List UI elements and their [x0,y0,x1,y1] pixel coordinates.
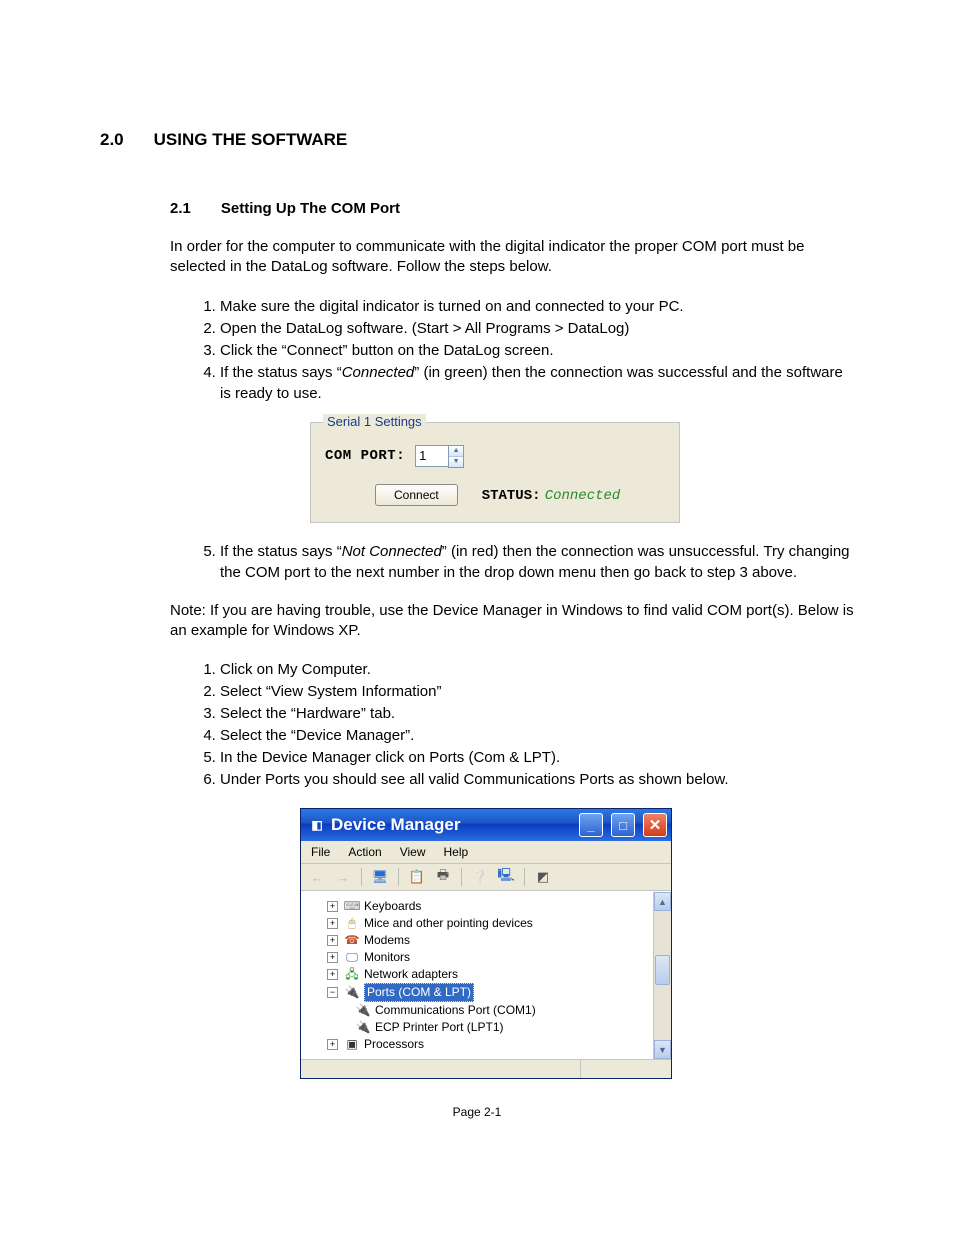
expand-icon[interactable]: + [327,969,338,980]
tree-item-mice[interactable]: + 🖱 Mice and other pointing devices [305,915,649,932]
step-b5: In the Device Manager click on Ports (Co… [220,747,854,768]
connect-row: Connect STATUS: Connected [375,484,665,506]
steps-list-a-cont: If the status says “Not Connected” (in r… [190,541,854,583]
tree-item-modems[interactable]: + ☎ Modems [305,932,649,949]
scroll-down-icon[interactable]: ▼ [654,1040,671,1059]
expand-icon[interactable]: + [327,952,338,963]
port-icon: 🔌 [355,1004,371,1018]
section-heading: 2.0 USING THE SOFTWARE [100,130,854,150]
step-a5: If the status says “Not Connected” (in r… [220,541,854,583]
com-port-label: COM PORT: [325,448,405,464]
steps-list-b: Click on My Computer. Select “View Syste… [190,659,854,790]
subsection-heading: 2.1 Setting Up The COM Port [170,200,854,217]
forward-icon: → [333,867,353,887]
close-button[interactable]: ✕ [643,813,667,837]
note-paragraph: Note: If you are having trouble, use the… [170,601,854,642]
tree-item-processors[interactable]: + ▣ Processors [305,1036,649,1053]
section-title: USING THE SOFTWARE [154,130,348,150]
spinner-down-icon[interactable]: ▼ [449,457,463,467]
help-icon[interactable]: ❔ [470,867,490,887]
scroll-up-icon[interactable]: ▲ [654,892,671,911]
menu-help[interactable]: Help [444,845,469,859]
tree-item-lpt1[interactable]: 🔌 ECP Printer Port (LPT1) [305,1019,649,1036]
menubar: File Action View Help [301,841,671,864]
status-label: STATUS: [482,488,541,504]
com-port-row: COM PORT: ▲ ▼ [325,445,665,468]
status-value: Connected [545,488,621,504]
com-port-spinner[interactable]: ▲ ▼ [415,445,464,468]
subsection-number: 2.1 [170,200,191,217]
monitor-icon: 🖵 [344,951,360,965]
tree-item-com1[interactable]: 🔌 Communications Port (COM1) [305,1002,649,1019]
status-cell [301,1060,581,1078]
app-icon: ◧ [309,817,325,833]
scroll-thumb[interactable] [655,955,670,985]
toolbar: ← → 🖥 📋 🖶 ❔ 🖳 ◩ [301,864,671,891]
expand-icon[interactable]: + [327,918,338,929]
tree-item-monitors[interactable]: + 🖵 Monitors [305,949,649,966]
ports-icon: 🔌 [344,986,360,1000]
device-tree[interactable]: + ⌨ Keyboards + 🖱 Mice and other pointin… [301,892,653,1059]
menu-view[interactable]: View [400,845,426,859]
tree-item-keyboards[interactable]: + ⌨ Keyboards [305,898,649,915]
maximize-button[interactable]: □ [611,813,635,837]
uninstall-icon[interactable]: ◩ [533,867,553,887]
step-b4: Select the “Device Manager”. [220,725,854,746]
document-page: 2.0 USING THE SOFTWARE 2.1 Setting Up Th… [0,0,954,1159]
menu-file[interactable]: File [311,845,330,859]
back-icon: ← [307,867,327,887]
window-body: + ⌨ Keyboards + 🖱 Mice and other pointin… [301,891,671,1059]
menu-action[interactable]: Action [348,845,381,859]
separator-icon [361,868,362,886]
window-title: Device Manager [331,815,571,835]
status-cell [581,1060,671,1078]
mouse-icon: 🖱 [344,917,360,931]
step-a3: Click the “Connect” button on the DataLo… [220,340,854,361]
tree-item-network[interactable]: + 🖧 Network adapters [305,966,649,983]
scrollbar[interactable]: ▲ ▼ [653,892,671,1059]
steps-list-a: Make sure the digital indicator is turne… [190,296,854,404]
statusbar [301,1059,671,1078]
step-b1: Click on My Computer. [220,659,854,680]
step-b2: Select “View System Information” [220,681,854,702]
com-port-input[interactable] [415,445,448,467]
tree-item-ports[interactable]: − 🔌 Ports (COM & LPT) [305,983,649,1002]
expand-icon[interactable]: + [327,935,338,946]
spinner-up-icon[interactable]: ▲ [449,446,463,457]
keyboard-icon: ⌨ [344,900,360,914]
step-a4: If the status says “Connected” (in green… [220,362,854,404]
scan-icon[interactable]: 🖳 [496,867,516,887]
expand-icon[interactable]: + [327,901,338,912]
intro-paragraph: In order for the computer to communicate… [170,237,854,278]
properties-icon[interactable]: 📋 [407,867,427,887]
expand-icon[interactable]: + [327,1039,338,1050]
scroll-track[interactable] [654,911,671,1040]
minimize-button[interactable]: _ [579,813,603,837]
network-icon: 🖧 [344,968,360,982]
separator-icon [524,868,525,886]
step-b3: Select the “Hardware” tab. [220,703,854,724]
connect-button[interactable]: Connect [375,484,458,506]
section-number: 2.0 [100,130,124,150]
collapse-icon[interactable]: − [327,987,338,998]
device-manager-window: ◧ Device Manager _ □ ✕ File Action View … [300,808,672,1079]
serial-settings-panel: Serial 1 Settings COM PORT: ▲ ▼ Connect … [310,422,680,523]
computer-icon[interactable]: 🖥 [370,867,390,887]
step-a1: Make sure the digital indicator is turne… [220,296,854,317]
page-footer: Page 2-1 [100,1105,854,1119]
processor-icon: ▣ [344,1038,360,1052]
separator-icon [461,868,462,886]
subsection-title: Setting Up The COM Port [221,200,400,217]
port-icon: 🔌 [355,1021,371,1035]
modem-icon: ☎ [344,934,360,948]
serial-legend: Serial 1 Settings [323,414,426,429]
print-icon[interactable]: 🖶 [433,867,453,887]
tree-label-selected: Ports (COM & LPT) [364,983,474,1002]
step-a2: Open the DataLog software. (Start > All … [220,318,854,339]
titlebar[interactable]: ◧ Device Manager _ □ ✕ [301,809,671,841]
separator-icon [398,868,399,886]
step-b6: Under Ports you should see all valid Com… [220,769,854,790]
